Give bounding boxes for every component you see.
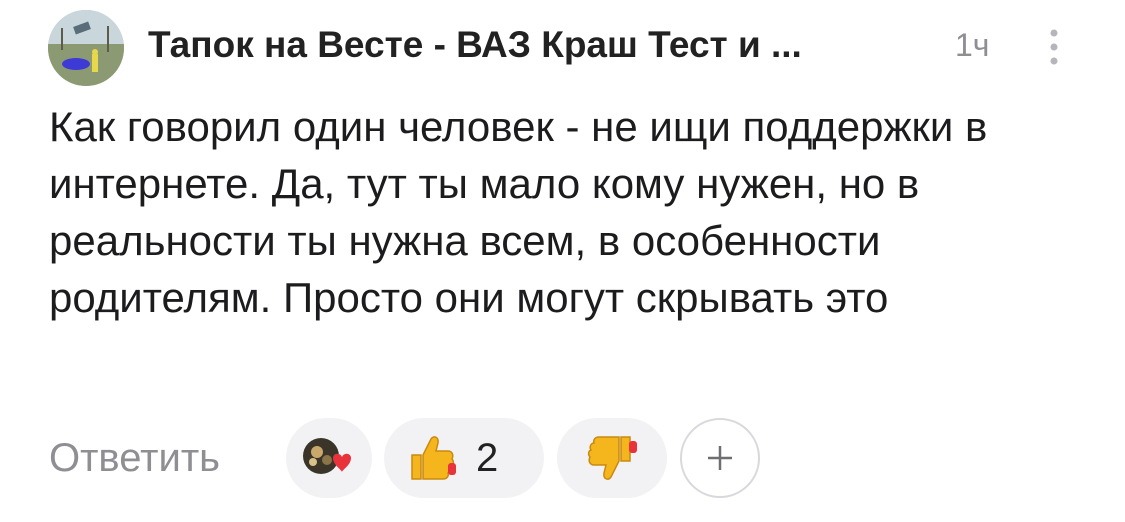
reply-button[interactable]: Ответить [49,432,220,484]
thumbs-up-icon [411,436,456,480]
reactor-avatar [303,438,351,474]
like-count: 2 [476,436,499,480]
comment-body: Как говорил один человек - не ищи поддер… [49,103,988,321]
plus-icon [708,446,732,470]
add-reaction-button[interactable] [680,418,760,498]
like-button[interactable]: 2 [384,418,544,498]
dislike-button[interactable] [557,418,667,498]
author-name[interactable]: Тапок на Весте - ВАЗ Краш Тест и ... [148,21,918,69]
author-avatar[interactable] [48,10,124,86]
thumbs-down-icon [587,436,637,480]
vertical-dots-icon[interactable] [1040,26,1068,68]
comment-timestamp: 1ч [955,27,990,63]
reactors-pill[interactable] [286,418,372,498]
